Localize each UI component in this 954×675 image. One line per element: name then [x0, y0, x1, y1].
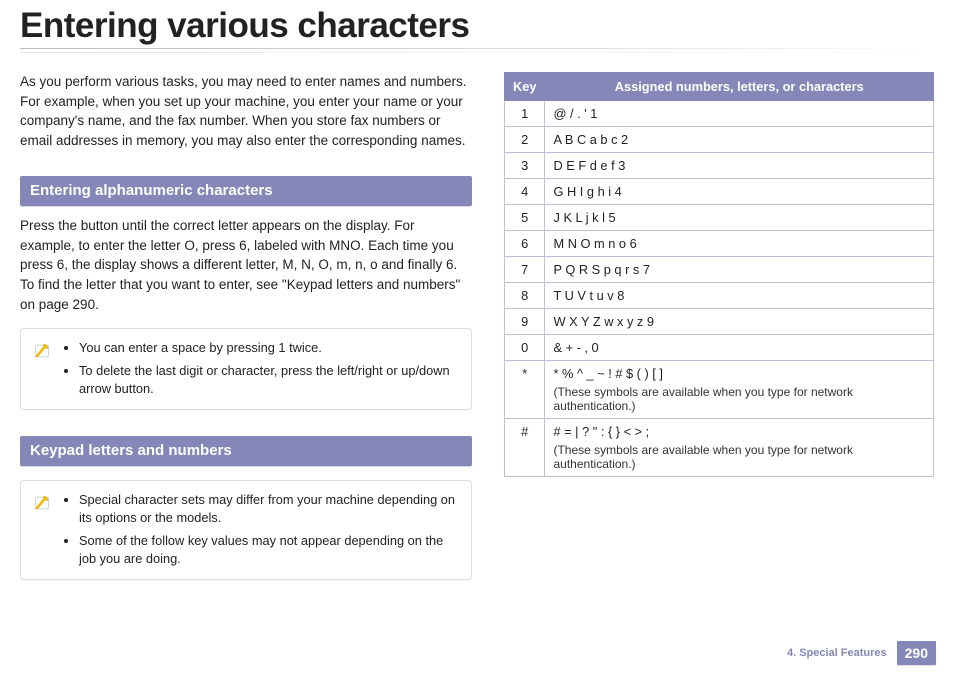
- note-content-2: Special character sets may differ from y…: [63, 491, 459, 569]
- key-cell: 7: [505, 257, 545, 283]
- right-column: Key Assigned numbers, letters, or charac…: [504, 72, 934, 586]
- table-row: ## = | ? " : { } < > ;(These symbols are…: [505, 419, 934, 477]
- chars-cell: M N O m n o 6: [545, 231, 934, 257]
- chars-cell: * % ^ _ ~ ! # $ ( ) [ ](These symbols ar…: [545, 361, 934, 419]
- section-heading-keypad: Keypad letters and numbers: [20, 436, 472, 466]
- left-column: As you perform various tasks, you may ne…: [20, 72, 472, 586]
- network-auth-note: (These symbols are available when you ty…: [553, 443, 925, 471]
- table-row: 6M N O m n o 6: [505, 231, 934, 257]
- key-cell: 0: [505, 335, 545, 361]
- footer-page-number: 290: [897, 641, 936, 665]
- network-auth-note: (These symbols are available when you ty…: [553, 385, 925, 413]
- chars-cell: A B C a b c 2: [545, 127, 934, 153]
- key-cell: 6: [505, 231, 545, 257]
- note-content-1: You can enter a space by pressing 1 twic…: [63, 339, 459, 399]
- note-box-1: You can enter a space by pressing 1 twic…: [20, 328, 472, 410]
- key-cell: 1: [505, 101, 545, 127]
- key-cell: 4: [505, 179, 545, 205]
- chars-cell: @ / . ' 1: [545, 101, 934, 127]
- page-footer: 4. Special Features 290: [787, 641, 936, 665]
- section-heading-alphanumeric: Entering alphanumeric characters: [20, 176, 472, 206]
- note-icon: [31, 339, 53, 399]
- key-cell: 9: [505, 309, 545, 335]
- key-cell: 5: [505, 205, 545, 231]
- footer-chapter: 4. Special Features: [787, 647, 887, 659]
- chars-cell: D E F d e f 3: [545, 153, 934, 179]
- note-icon: [31, 491, 53, 569]
- intro-paragraph: As you perform various tasks, you may ne…: [20, 72, 472, 150]
- table-row: 1@ / . ' 1: [505, 101, 934, 127]
- key-cell: #: [505, 419, 545, 477]
- key-cell: 8: [505, 283, 545, 309]
- page-title: Entering various characters: [20, 6, 934, 46]
- section1-body: Press the button until the correct lette…: [20, 216, 472, 314]
- key-cell: 3: [505, 153, 545, 179]
- key-cell: 2: [505, 127, 545, 153]
- chars-cell: W X Y Z w x y z 9: [545, 309, 934, 335]
- key-cell: *: [505, 361, 545, 419]
- table-row: 0& + - , 0: [505, 335, 934, 361]
- note-item: You can enter a space by pressing 1 twic…: [79, 339, 459, 358]
- th-key: Key: [505, 73, 545, 101]
- chars-cell: P Q R S p q r s 7: [545, 257, 934, 283]
- table-row: 7P Q R S p q r s 7: [505, 257, 934, 283]
- title-divider: [20, 48, 934, 54]
- note-box-2: Special character sets may differ from y…: [20, 480, 472, 580]
- keypad-table: Key Assigned numbers, letters, or charac…: [504, 72, 934, 477]
- chars-cell: T U V t u v 8: [545, 283, 934, 309]
- chars-cell: G H I g h i 4: [545, 179, 934, 205]
- chars-cell: & + - , 0: [545, 335, 934, 361]
- table-row: 9W X Y Z w x y z 9: [505, 309, 934, 335]
- table-row: 3D E F d e f 3: [505, 153, 934, 179]
- note-item: To delete the last digit or character, p…: [79, 362, 459, 399]
- table-row: 4G H I g h i 4: [505, 179, 934, 205]
- table-row: 5J K L j k l 5: [505, 205, 934, 231]
- table-row: ** % ^ _ ~ ! # $ ( ) [ ](These symbols a…: [505, 361, 934, 419]
- chars-cell: # = | ? " : { } < > ;(These symbols are …: [545, 419, 934, 477]
- th-chars: Assigned numbers, letters, or characters: [545, 73, 934, 101]
- note-item: Special character sets may differ from y…: [79, 491, 459, 528]
- table-row: 2A B C a b c 2: [505, 127, 934, 153]
- note-item: Some of the follow key values may not ap…: [79, 532, 459, 569]
- table-row: 8T U V t u v 8: [505, 283, 934, 309]
- chars-cell: J K L j k l 5: [545, 205, 934, 231]
